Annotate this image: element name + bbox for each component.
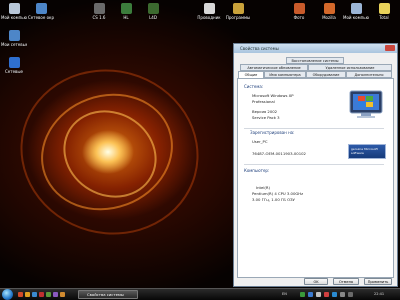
memory-info: 3.00 ГГц, 1.00 ГБ ОЗУ <box>252 197 295 202</box>
taskbar-item-label: Свойства системы <box>87 292 124 297</box>
computer-group-title: Компьютер: <box>244 168 270 173</box>
game-icon <box>93 3 105 14</box>
apply-button[interactable]: Применить <box>364 278 392 285</box>
desktop-icon-label: Программы <box>225 15 251 20</box>
desktop-icon[interactable]: Mozilla <box>316 3 342 20</box>
quick-launch-icon[interactable] <box>32 292 37 297</box>
desktop-icon-label: Сетевое окружение <box>28 15 54 20</box>
desktop-icon-label: Total <box>379 15 389 20</box>
os-name: Microsoft Windows XP <box>252 93 294 98</box>
tray-icon[interactable] <box>340 292 345 297</box>
windows-logo-icon <box>348 89 384 119</box>
wallpaper-swirl <box>1 49 218 255</box>
close-icon[interactable] <box>385 45 395 51</box>
tray-icon[interactable] <box>332 292 337 297</box>
quick-launch-icon[interactable] <box>60 292 65 297</box>
os-version: Версия 2002 <box>252 109 278 114</box>
window-title: Свойства системы <box>240 46 279 51</box>
tab-system-restore[interactable]: Восстановление системы <box>286 57 344 64</box>
os-edition: Professional <box>252 99 275 104</box>
general-tab-panel: Система: Microsoft Windows XP Profession… <box>237 78 394 278</box>
divider <box>244 128 384 129</box>
desktop-icon-label: L4D <box>149 15 157 20</box>
quick-launch-icon[interactable] <box>39 292 44 297</box>
genuine-badge-text: genuine Microsoft software <box>351 147 378 155</box>
browser-icon <box>323 3 335 14</box>
registered-group-title: Зарегистрирован на: <box>250 130 295 135</box>
product-key: 76487-OEM-0011903-00102 <box>252 151 306 156</box>
quick-launch-icon[interactable] <box>25 292 30 297</box>
window-titlebar[interactable]: Свойства системы <box>234 44 397 53</box>
tray-icon[interactable] <box>324 292 329 297</box>
computer-icon <box>8 3 20 14</box>
start-button[interactable] <box>2 289 13 300</box>
taskbar: Свойства системы EN 22:41 <box>0 288 400 300</box>
desktop-icon-label: Мой компьютер <box>1 15 27 20</box>
tab-advanced[interactable]: Дополнительно <box>346 71 392 78</box>
tab-hardware[interactable]: Оборудование <box>306 71 346 78</box>
tray-icon[interactable] <box>348 292 353 297</box>
tab-remote[interactable]: Удаленное использование <box>308 64 392 71</box>
quick-launch-icon[interactable] <box>53 292 58 297</box>
desktop-icon-label: HL <box>123 15 129 20</box>
quick-launch-icon[interactable] <box>46 292 51 297</box>
desktop-icon-label: Сетевые <box>4 69 24 74</box>
folder-icon <box>378 3 390 14</box>
cancel-button[interactable]: Отмена <box>333 278 359 285</box>
taskbar-item-system-properties[interactable]: Свойства системы <box>78 290 138 299</box>
tray-icon[interactable] <box>300 292 305 297</box>
desktop-icon[interactable]: Сетевые <box>1 57 27 74</box>
clock[interactable]: 22:41 <box>374 292 384 296</box>
ok-button[interactable]: OK <box>304 278 328 285</box>
desktop-icon[interactable]: Мои сетевые <box>1 30 27 47</box>
computer-icon <box>350 3 362 14</box>
divider <box>244 164 384 165</box>
desktop-icon[interactable]: Мой компьютер <box>1 3 27 20</box>
desktop-icon[interactable]: L4D <box>140 3 166 20</box>
language-indicator[interactable]: EN <box>282 292 287 296</box>
tab-automatic-updates[interactable]: Автоматическое обновление <box>240 64 308 71</box>
desktop-icon-label: Мои сетевые <box>1 42 27 47</box>
desktop-icon-label: Мой компьютер <box>343 15 369 20</box>
desktop-icon[interactable]: Total <box>371 3 397 20</box>
tray-icon[interactable] <box>316 292 321 297</box>
desktop-icon[interactable]: Проводник <box>196 3 222 20</box>
desktop-icon-label: Проводник <box>197 15 221 20</box>
desktop-icon[interactable]: Фото <box>286 3 312 20</box>
tab-computer-name[interactable]: Имя компьютера <box>264 71 306 78</box>
desktop-icon-label: Mozilla <box>322 15 336 20</box>
quick-launch-icon[interactable] <box>18 292 23 297</box>
desktop-icon[interactable]: CS 1.6 <box>86 3 112 20</box>
cpu-vendor: Intel(R) <box>256 185 271 190</box>
registered-user: User_PC <box>252 139 268 144</box>
game-icon <box>147 3 159 14</box>
desktop-icon[interactable]: Мой компьютер <box>343 3 369 20</box>
explorer-icon <box>203 3 215 14</box>
desktop-icon[interactable]: HL <box>113 3 139 20</box>
cpu-model: Pentium(R) 4 CPU 3.00GHz <box>252 191 304 196</box>
desktop-icon-label: CS 1.6 <box>92 15 106 20</box>
network-icon <box>35 3 47 14</box>
system-properties-window[interactable]: Свойства системы Восстановление системы … <box>233 43 398 287</box>
network-places-icon <box>8 30 20 41</box>
desktop-icon[interactable]: Сетевое окружение <box>28 3 54 20</box>
desktop-icon-label: Фото <box>293 15 305 20</box>
programs-icon <box>232 3 244 14</box>
system-group-title: Система: <box>244 84 264 89</box>
desktop-icon[interactable]: Программы <box>225 3 251 20</box>
checkbox-icon <box>8 57 20 68</box>
service-pack: Service Pack 3 <box>252 115 280 120</box>
genuine-badge: genuine Microsoft software <box>348 144 386 159</box>
tab-general[interactable]: Общие <box>238 71 264 78</box>
tray-icon[interactable] <box>308 292 313 297</box>
game-icon <box>120 3 132 14</box>
photo-icon <box>293 3 305 14</box>
